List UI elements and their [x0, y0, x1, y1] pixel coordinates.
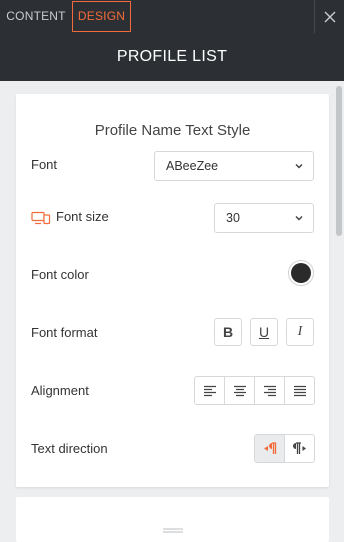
font-color-label: Font color: [31, 267, 89, 282]
text-direction-group: [254, 434, 315, 463]
devices-icon: [31, 211, 51, 230]
rtl-direction-button[interactable]: [255, 435, 285, 462]
font-size-select[interactable]: 30: [214, 203, 314, 233]
italic-button[interactable]: I: [286, 318, 314, 346]
color-dot: [291, 263, 311, 283]
resize-handle[interactable]: [163, 522, 183, 533]
align-center-button[interactable]: [225, 377, 255, 404]
text-direction-label: Text direction: [31, 441, 108, 456]
font-select-value: ABeeZee: [166, 159, 219, 173]
align-right-icon: [263, 385, 276, 396]
bold-button[interactable]: B: [214, 318, 242, 346]
drag-handle-icon: [163, 528, 183, 533]
tab-content[interactable]: CONTENT: [2, 1, 70, 32]
align-justify-button[interactable]: [285, 377, 314, 404]
alignment-label: Alignment: [31, 383, 89, 398]
align-left-icon: [203, 385, 216, 396]
scrollbar[interactable]: [336, 86, 342, 236]
align-right-button[interactable]: [255, 377, 285, 404]
align-center-icon: [233, 385, 246, 396]
ltr-direction-button[interactable]: [285, 435, 314, 462]
section-title: Profile Name Text Style: [94, 122, 251, 139]
ltr-direction-icon: [292, 442, 306, 454]
font-color-picker[interactable]: [288, 260, 314, 286]
alignment-group: [194, 376, 315, 405]
align-justify-icon: [293, 385, 306, 396]
tab-bar: CONTENT DESIGN: [0, 0, 344, 34]
tab-design[interactable]: DESIGN: [72, 1, 131, 32]
font-label: Font: [31, 157, 58, 172]
font-select[interactable]: ABeeZee: [154, 151, 314, 181]
font-size-label: Font size: [56, 209, 109, 224]
underline-button[interactable]: U: [250, 318, 278, 346]
close-button[interactable]: [314, 0, 344, 33]
font-size-value: 30: [226, 211, 240, 225]
chevron-down-icon: [295, 163, 303, 169]
next-panel: [16, 497, 329, 542]
align-left-button[interactable]: [195, 377, 225, 404]
close-icon: [324, 11, 335, 22]
text-style-panel: Profile Name Text Style Font ABeeZee Fon…: [16, 94, 329, 487]
font-format-label: Font format: [31, 325, 98, 340]
rtl-direction-icon: [263, 442, 276, 454]
page-title: PROFILE LIST: [0, 33, 344, 81]
chevron-down-icon: [295, 215, 303, 221]
